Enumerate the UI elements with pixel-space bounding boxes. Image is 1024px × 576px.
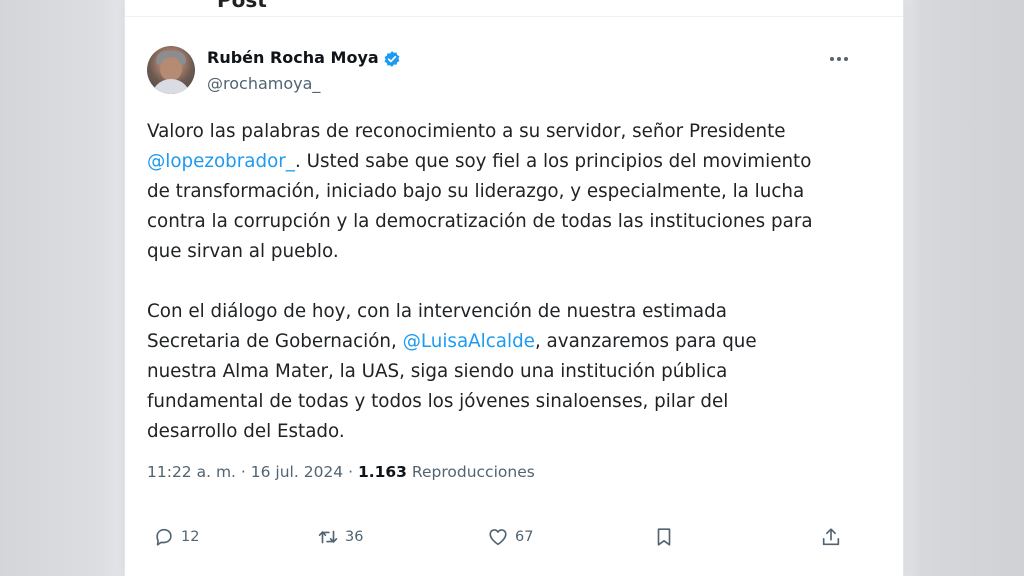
heart-icon — [489, 529, 507, 546]
tweet-line: Secretaria de Gobernación, @LuisaAlcalde… — [147, 327, 887, 357]
author-handle[interactable]: @rochamoya_ — [207, 74, 320, 93]
mention-link[interactable]: @LuisaAlcalde — [403, 331, 535, 352]
action-bar: 12 36 67 — [125, 520, 903, 554]
tweet-line: Con el diálogo de hoy, con la intervenci… — [147, 301, 727, 322]
avatar-shirt — [151, 79, 191, 94]
more-options-icon[interactable] — [827, 50, 851, 68]
post-date[interactable]: 16 jul. 2024 — [251, 463, 343, 481]
bookmark-button[interactable] — [653, 520, 675, 554]
bookmark-icon — [657, 528, 671, 546]
page-title: Post — [217, 0, 267, 12]
mention-link[interactable]: @lopezobrador_ — [147, 151, 295, 172]
tweet-line-text: , avanzaremos para que — [534, 331, 757, 352]
post-header: Post — [125, 0, 903, 17]
avatar-face — [160, 57, 182, 81]
meta-separator: · — [343, 463, 358, 481]
tweet-text: Valoro las palabras de reconocimiento a … — [147, 117, 887, 447]
repost-count: 36 — [345, 529, 364, 545]
tweet-line-text: Secretaria de Gobernación, — [147, 331, 403, 352]
repost-icon — [318, 530, 338, 544]
post-meta: 11:22 a. m. · 16 jul. 2024 · 1.163 Repro… — [147, 463, 535, 481]
repost-button[interactable]: 36 — [317, 520, 363, 554]
avatar[interactable] — [147, 46, 195, 94]
views-label: Reproducciones — [411, 463, 535, 481]
tweet-line: fundamental de todas y todos los jóvenes… — [147, 391, 729, 412]
tweet-line-text: . Usted sabe que soy fiel a los principi… — [294, 151, 812, 172]
share-button[interactable] — [820, 520, 842, 554]
tweet-line: desarrollo del Estado. — [147, 421, 345, 442]
post-time[interactable]: 11:22 a. m. — [147, 463, 236, 481]
post-card: Post Rubén Rocha Moya @rochamoya_ Valoro… — [124, 0, 904, 576]
reply-count: 12 — [181, 529, 200, 545]
tweet-line: @lopezobrador_. Usted sabe que soy fiel … — [147, 147, 887, 177]
back-arrow-icon[interactable] — [147, 0, 171, 10]
like-count: 67 — [515, 529, 534, 545]
reply-button[interactable]: 12 — [153, 520, 199, 554]
meta-separator: · — [235, 463, 251, 481]
reply-icon — [156, 528, 172, 546]
views-count: 1.163 — [357, 463, 407, 481]
tweet-line: nuestra Alma Mater, la UAS, siga siendo … — [147, 361, 728, 382]
tweet-line: que sirvan al pueblo. — [147, 241, 339, 262]
tweet-line: de transformación, iniciado bajo su lide… — [147, 181, 805, 202]
tweet-line: Valoro las palabras de reconocimiento a … — [147, 121, 786, 142]
like-button[interactable]: 67 — [487, 520, 533, 554]
share-icon — [822, 528, 840, 546]
author-name[interactable]: Rubén Rocha Moya — [207, 48, 379, 67]
tweet-line: contra la corrupción y la democratizació… — [147, 211, 813, 232]
verified-badge-icon — [384, 51, 400, 67]
